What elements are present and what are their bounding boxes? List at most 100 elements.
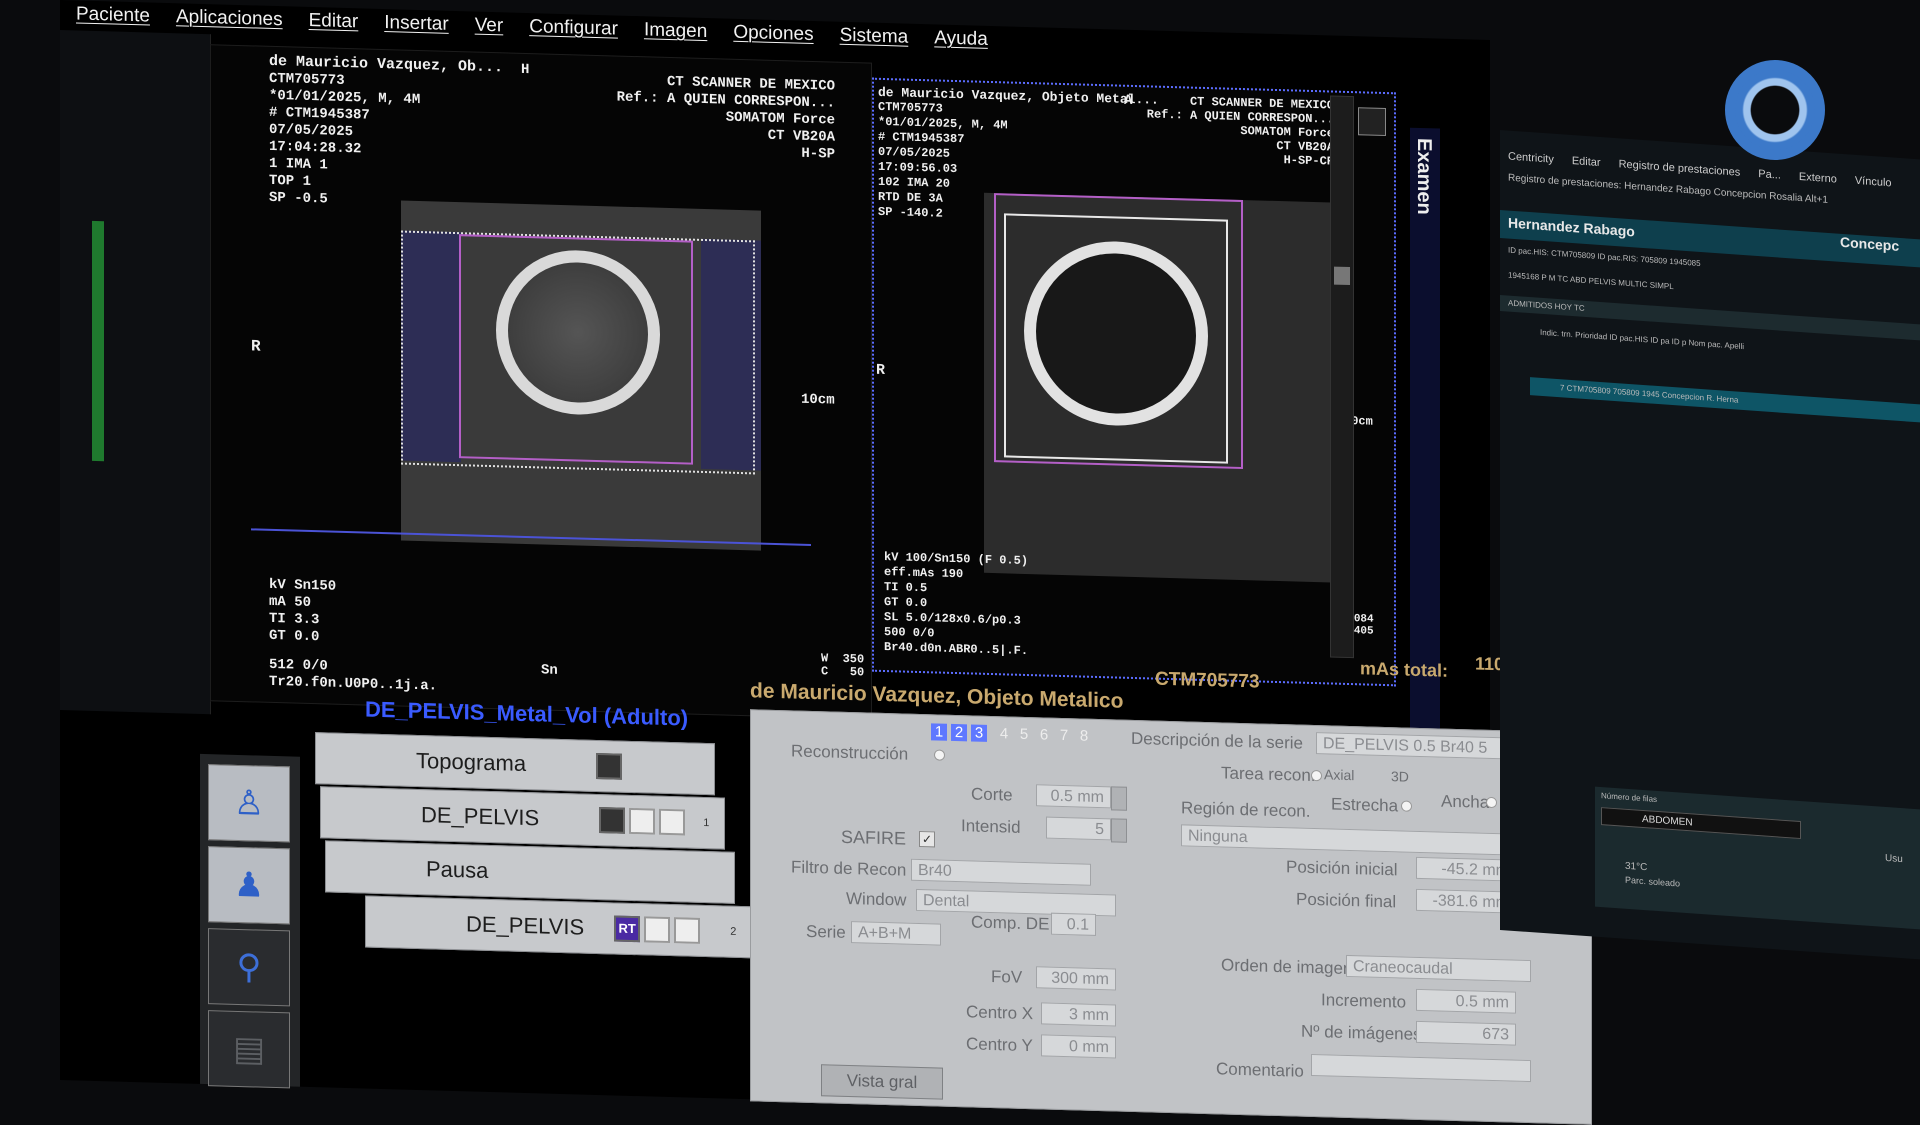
step-label: DE_PELVIS	[466, 911, 585, 940]
ancha-radio[interactable]	[1486, 796, 1497, 809]
recon-range-box[interactable]	[459, 234, 693, 465]
step-de-pelvis-1[interactable]: DE_PELVIS 1	[320, 786, 725, 850]
step-topograma[interactable]: Topograma	[315, 732, 715, 796]
incremento-label: Incremento	[1321, 990, 1407, 1012]
scan-icon	[599, 807, 626, 834]
tab-examen-label: Examen	[1413, 137, 1435, 216]
axial-radio[interactable]	[1311, 769, 1322, 782]
axial-viewport[interactable]: de Mauricio Vazquez, Objeto Metal... A C…	[872, 77, 1396, 687]
vp2-info-right: CT SCANNER DE MEXICO Ref.: A QUIEN CORRE…	[1146, 94, 1334, 169]
orden-label: Orden de imagen	[1221, 955, 1353, 979]
centroy-label: Centro Y	[966, 1034, 1033, 1056]
menu-editar[interactable]: Editar	[309, 10, 359, 33]
serie-field[interactable]: A+B+M	[851, 921, 941, 946]
ris-menu-editar[interactable]: Editar	[1572, 155, 1601, 169]
posini-label: Posición inicial	[1286, 857, 1398, 880]
safire-label: SAFIRE	[841, 826, 907, 849]
step-de-pelvis-2[interactable]: DE_PELVIS RT 2	[365, 895, 765, 959]
step-label: Pausa	[426, 856, 489, 883]
menu-opciones[interactable]: Opciones	[733, 22, 813, 46]
vp1-acq-params: kV Sn150 mA 50 TI 3.3 GT 0.0	[269, 576, 337, 646]
vp1-sn-label: Sn	[541, 662, 558, 679]
menu-paciente[interactable]: Paciente	[76, 3, 150, 27]
step-label: Topograma	[416, 747, 527, 777]
vp2-orientation-top: A	[1124, 92, 1133, 109]
intensid-spinner[interactable]	[1111, 818, 1127, 843]
fov-field[interactable]: 300 mm	[1036, 966, 1116, 991]
centrox-field[interactable]: 3 mm	[1041, 1002, 1116, 1027]
ct-console-screen: Paciente Aplicaciones Editar Insertar Ve…	[60, 0, 1592, 1125]
recon-tab-6[interactable]: 6	[1036, 726, 1052, 743]
recon-tab-7[interactable]: 7	[1056, 727, 1072, 744]
window-field[interactable]: Dental	[916, 888, 1116, 917]
ris-menu-pa[interactable]: Pa...	[1758, 168, 1781, 182]
scrollbar-thumb[interactable]	[1334, 266, 1350, 286]
ris-bottom-panel: Número de filas ABDOMEN 31°C Parc. solea…	[1595, 786, 1920, 930]
recon-tab-3[interactable]: 3	[971, 724, 987, 742]
descripcion-label: Descripción de la serie	[1131, 728, 1303, 753]
vp1-scale-label: 10cm	[801, 391, 835, 409]
corte-spinner[interactable]	[1111, 786, 1127, 811]
recon-tab-5[interactable]: 5	[1016, 726, 1032, 743]
comentario-field[interactable]	[1311, 1053, 1531, 1083]
patient-body-icon[interactable]: ♟	[208, 846, 290, 925]
menu-configurar[interactable]: Configurar	[529, 16, 618, 40]
centrox-label: Centro X	[966, 1002, 1034, 1024]
nimg-label: Nº de imágenes	[1301, 1021, 1422, 1045]
recon-radio[interactable]	[934, 749, 945, 761]
safire-checkbox[interactable]: ✓	[919, 830, 935, 848]
recon-tab-4[interactable]: 4	[996, 725, 1012, 742]
intensid-label: Intensid	[961, 816, 1021, 837]
menu-imagen[interactable]: Imagen	[644, 19, 707, 43]
corte-field[interactable]: 0.5 mm	[1036, 784, 1111, 809]
filtro-field[interactable]: Br40	[911, 858, 1091, 886]
recon-tab-8[interactable]: 8	[1076, 727, 1092, 744]
menu-sistema[interactable]: Sistema	[840, 25, 909, 49]
estrecha-radio[interactable]	[1401, 800, 1412, 812]
step-number: 2	[730, 925, 737, 938]
recon-tab-1[interactable]: 1	[931, 723, 947, 741]
tarea-label: Tarea recon.	[1221, 763, 1316, 786]
recon-tab-2[interactable]: 2	[951, 723, 967, 742]
reconstruccion-label: Reconstrucción	[791, 741, 909, 764]
menu-ver[interactable]: Ver	[475, 15, 504, 38]
scan-step-list: Topograma DE_PELVIS 1 Pausa DE_PELVIS RT…	[315, 732, 765, 959]
fov-label: FoV	[991, 967, 1023, 987]
orden-field[interactable]: Craneocaudal	[1346, 954, 1531, 983]
ris-table-header: Indic. trn. Prioridad ID pac.HIS ID pa I…	[1540, 327, 1745, 352]
nimg-field[interactable]: 673	[1416, 1020, 1516, 1046]
region-field[interactable]: Ninguna	[1181, 824, 1531, 857]
vp1-orientation-left: R	[251, 337, 261, 356]
vp1-info-right: CT SCANNER DE MEXICO Ref.: A QUIEN CORRE…	[616, 73, 835, 163]
image-scrollbar[interactable]	[1330, 95, 1354, 659]
menu-ayuda[interactable]: Ayuda	[934, 27, 988, 50]
menu-insertar[interactable]: Insertar	[384, 12, 448, 36]
comentario-label: Comentario	[1216, 1059, 1304, 1081]
topogram-image	[401, 200, 761, 551]
filtro-label: Filtro de Recon	[791, 857, 907, 880]
step-pausa[interactable]: Pausa	[325, 840, 735, 904]
corte-label: Corte	[971, 784, 1013, 805]
vista-gral-button[interactable]: Vista gral	[821, 1064, 943, 1100]
auto-icon	[659, 808, 686, 836]
ris-dropdown[interactable]: ABDOMEN	[1601, 807, 1801, 840]
ris-menu-vinculo[interactable]: Vínculo	[1855, 175, 1892, 190]
weather-temp: 31°C	[1625, 860, 1648, 874]
comp-field[interactable]: 0.1	[1051, 912, 1096, 936]
patient-position-icon[interactable]: ♙	[208, 764, 290, 843]
mas-total-label: mAs total:	[1360, 658, 1449, 681]
ris-menu-registro[interactable]: Registro de prestaciones	[1619, 158, 1741, 179]
incremento-field[interactable]: 0.5 mm	[1416, 988, 1516, 1014]
crosshair-tool-icon[interactable]	[1358, 107, 1386, 137]
vp2-orientation-left: R	[876, 361, 886, 380]
menu-aplicaciones[interactable]: Aplicaciones	[176, 6, 283, 31]
ris-menu-centricity[interactable]: Centricity	[1508, 151, 1554, 166]
ris-menu-externo[interactable]: Externo	[1799, 171, 1837, 186]
topogram-viewport[interactable]: de Mauricio Vazquez, Ob... H CTM705773 *…	[210, 44, 872, 720]
centroy-field[interactable]: 0 mm	[1041, 1034, 1116, 1059]
intensid-field[interactable]: 5	[1046, 816, 1111, 841]
auto-icon	[674, 917, 701, 944]
table-icon[interactable]: ▤	[208, 1010, 290, 1089]
search-icon[interactable]: ⚲	[208, 928, 290, 1007]
recon-fov-box[interactable]	[994, 193, 1243, 470]
